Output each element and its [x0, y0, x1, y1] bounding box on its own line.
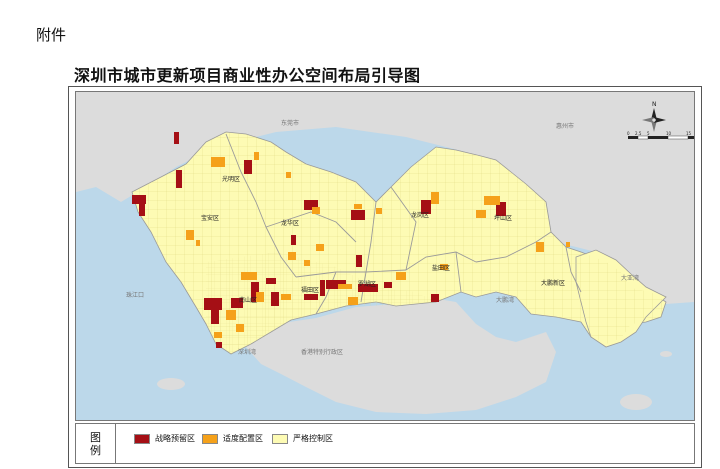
label-hk: 香港特别行政区 [301, 348, 343, 356]
legend-swatch-moderate [202, 433, 218, 444]
legend: 图 例 战略预留区 适度配置区 严格控制区 [75, 423, 695, 464]
legend-item-strict: 严格控制区 [272, 433, 333, 444]
label-futian: 福田区 [301, 286, 319, 294]
compass-n: N [652, 101, 657, 108]
label-yantian: 盐田区 [432, 264, 450, 272]
label-luohu: 罗湖区 [358, 280, 376, 288]
legend-label-strict: 严格控制区 [293, 434, 333, 443]
legend-label-moderate: 适度配置区 [223, 434, 263, 443]
label-longhua: 龙华区 [281, 219, 299, 227]
label-dayawan: 大亚湾 [621, 274, 639, 282]
label-nanshan: 南山区 [239, 296, 257, 304]
label-dapeng: 大鹏新区 [541, 279, 565, 287]
scale-tick-4: 15 [686, 131, 692, 136]
island [157, 378, 185, 390]
legend-item-strategic: 战略预留区 [134, 433, 195, 444]
map-title: 深圳市城市更新项目商业性办公空间布局引导图 [74, 66, 421, 85]
label-dapengwan: 大鹏湾 [496, 296, 514, 304]
map-canvas: 东莞市 惠州市 香港特别行政区 珠江口 深圳湾 大鹏湾 大亚湾 光明区 宝安区 … [75, 91, 695, 421]
label-pingshan: 坪山区 [494, 214, 512, 222]
legend-heading-1: 图 [90, 430, 101, 444]
legend-heading: 图 例 [76, 424, 116, 463]
legend-item-moderate: 适度配置区 [202, 433, 263, 444]
label-longgang: 龙岗区 [411, 211, 429, 219]
island [660, 351, 672, 357]
legend-heading-2: 例 [90, 443, 101, 457]
label-zhujiangkou: 珠江口 [126, 291, 144, 299]
scale-tick-1: 2.5 [635, 131, 642, 136]
label-huizhou: 惠州市 [556, 122, 574, 130]
label-dongguan: 东莞市 [281, 119, 299, 127]
label-shenzhenwan: 深圳湾 [238, 348, 256, 356]
label-guangming: 光明区 [222, 175, 240, 183]
scale-tick-3: 10 [666, 131, 672, 136]
island [620, 394, 652, 410]
legend-swatch-strategic [134, 433, 150, 444]
map-svg: 东莞市 惠州市 香港特别行政区 珠江口 深圳湾 大鹏湾 大亚湾 光明区 宝安区 … [76, 92, 694, 420]
attachment-label: 附件 [36, 26, 67, 44]
label-baoan: 宝安区 [201, 214, 219, 222]
legend-swatch-strict [272, 433, 288, 444]
legend-label-strategic: 战略预留区 [155, 434, 195, 443]
map-frame: 东莞市 惠州市 香港特别行政区 珠江口 深圳湾 大鹏湾 大亚湾 光明区 宝安区 … [68, 86, 702, 468]
